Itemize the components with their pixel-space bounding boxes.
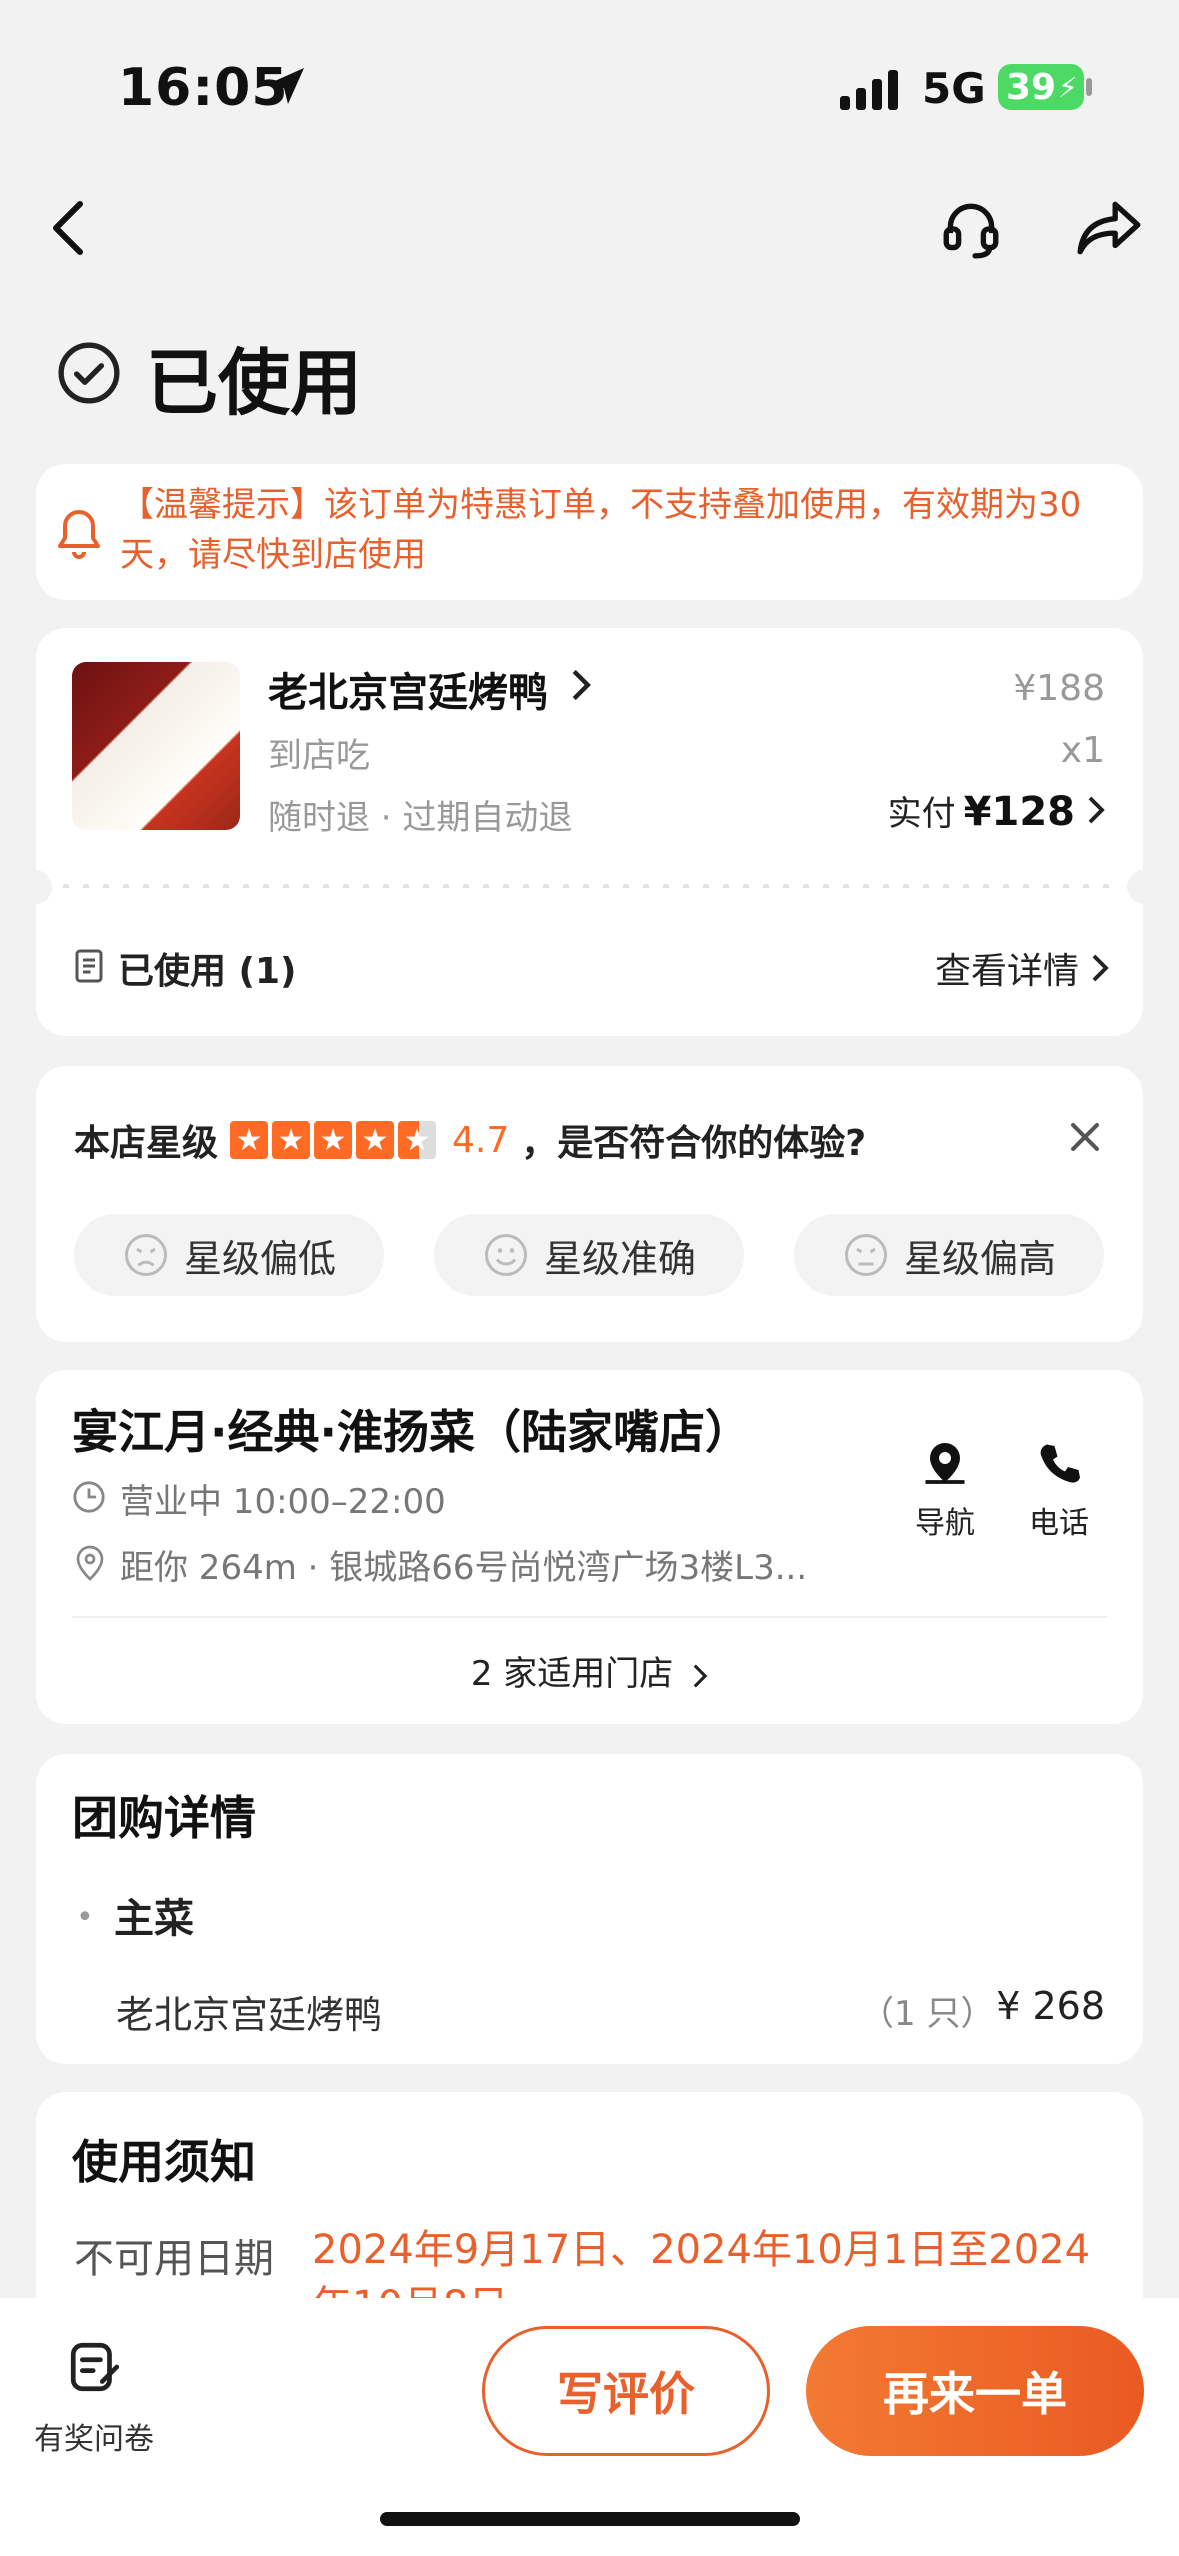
survey-icon[interactable] — [66, 2338, 124, 2396]
rating-question: 本店星级 ★ ★ ★ ★ ★ 4.7 ，是否符合你的体验? — [74, 1114, 866, 1166]
usage-notes-title: 使用须知 — [72, 2135, 256, 2189]
back-icon[interactable] — [44, 196, 92, 260]
call-label[interactable]: 电话 — [1029, 1506, 1089, 1541]
rating-prefix: 本店星级 — [74, 1123, 219, 1164]
deal-item-name: 老北京宫廷烤鸭 — [116, 1993, 383, 2037]
navigation-pin-icon — [925, 1443, 965, 1484]
battery-indicator: 39 ⚡ — [998, 64, 1084, 110]
clock-icon — [73, 1481, 105, 1513]
smile-face-icon — [484, 1234, 527, 1276]
navigate-button[interactable]: 导航 — [912, 1440, 978, 1542]
applicable-stores-label[interactable]: 2 家适用门店 — [471, 1654, 673, 1694]
ticket-notch-right — [1127, 870, 1153, 904]
view-details-label[interactable]: 查看详情 — [935, 942, 1079, 994]
refund-policy: 随时退 · 过期自动退 — [268, 798, 573, 838]
used-count: 已使用 (1) — [118, 951, 297, 992]
star-icon: ★ — [356, 1121, 395, 1159]
paid-label: 实付 — [887, 794, 956, 834]
rating-low-label[interactable]: 星级偏低 — [184, 1228, 336, 1283]
reorder-button[interactable]: 再来一单 — [806, 2326, 1144, 2456]
deal-details-title: 团购详情 — [72, 1791, 256, 1845]
notice-text: 【温馨提示】该订单为特惠订单，不支持叠加使用，有效期为30天，请尽快到店使用 — [120, 485, 1082, 575]
rating-feedback-card — [36, 1066, 1143, 1342]
half-star-icon: ★ — [398, 1121, 437, 1159]
product-thumbnail[interactable] — [72, 662, 240, 830]
applicable-stores-link[interactable]: 2 家适用门店 — [0, 1646, 1179, 1695]
home-indicator — [380, 2512, 800, 2526]
rating-accurate-label[interactable]: 星级准确 — [544, 1228, 696, 1283]
star-icon: ★ — [272, 1121, 311, 1159]
chevron-right-icon[interactable] — [570, 668, 592, 702]
deal-section-title: 主菜 — [114, 1896, 194, 1942]
bell-icon — [58, 510, 100, 559]
rating-accurate-chip[interactable]: 星级准确 — [434, 1214, 744, 1296]
original-price: ¥188 — [1013, 668, 1105, 709]
star-rating: ★ ★ ★ ★ ★ — [230, 1121, 440, 1159]
chevron-right-icon[interactable] — [692, 1663, 708, 1689]
close-icon[interactable] — [1068, 1120, 1102, 1154]
call-button[interactable]: 电话 — [1026, 1440, 1092, 1542]
product-name[interactable]: 老北京宫廷烤鸭 — [268, 660, 548, 718]
store-name[interactable]: 宴江月·经典·淮扬菜（陆家嘴店） — [72, 1396, 751, 1462]
divider — [72, 1616, 1107, 1618]
order-status-title: 已使用 — [146, 341, 363, 425]
unavailable-dates-label: 不可用日期 — [74, 2236, 274, 2282]
frown-face-icon — [844, 1234, 887, 1276]
signal-icon — [840, 70, 898, 110]
chevron-right-icon[interactable] — [1087, 795, 1105, 825]
rating-high-label[interactable]: 星级偏高 — [904, 1228, 1056, 1283]
bullet: • — [76, 1900, 94, 1935]
phone-icon — [1040, 1444, 1080, 1483]
paid-amount: ¥128 — [963, 789, 1075, 835]
write-review-button[interactable]: 写评价 — [482, 2326, 770, 2456]
view-details-link[interactable]: 查看详情 — [935, 942, 1109, 994]
rating-score: 4.7 — [452, 1119, 510, 1161]
location-arrow-icon — [268, 68, 304, 104]
survey-label[interactable]: 有奖问卷 — [34, 2414, 154, 2458]
business-hours: 营业中 10:00–22:00 — [120, 1482, 446, 1522]
product-type: 到店吃 — [268, 736, 370, 776]
battery-level: 39 — [1006, 66, 1057, 108]
chevron-right-icon[interactable] — [1091, 953, 1109, 983]
rating-low-chip[interactable]: 星级偏低 — [74, 1214, 384, 1296]
star-icon: ★ — [230, 1121, 269, 1159]
rating-high-chip[interactable]: 星级偏高 — [794, 1214, 1104, 1296]
check-circle-icon — [58, 342, 120, 404]
navigate-label[interactable]: 导航 — [915, 1506, 975, 1541]
location-pin-icon — [76, 1545, 104, 1581]
share-icon[interactable] — [1074, 196, 1144, 262]
star-icon: ★ — [314, 1121, 353, 1159]
dotted-divider — [56, 884, 1123, 888]
paid-amount-row[interactable]: 实付 ¥128 — [888, 786, 1105, 835]
rating-question-text: ，是否符合你的体验? — [521, 1123, 867, 1164]
battery-tip — [1086, 78, 1092, 96]
unhappy-face-icon — [124, 1234, 167, 1276]
deal-item-quantity: （1 只） — [860, 1994, 995, 2034]
customer-service-icon[interactable] — [938, 196, 1004, 262]
network-label: 5G — [922, 64, 986, 113]
voucher-icon — [75, 949, 103, 983]
product-quantity: x1 — [1060, 730, 1105, 771]
store-address[interactable]: 距你 264m · 银城路66号尚悦湾广场3楼L3... — [120, 1540, 860, 1589]
deal-item-price: ¥ 268 — [996, 1984, 1105, 2028]
